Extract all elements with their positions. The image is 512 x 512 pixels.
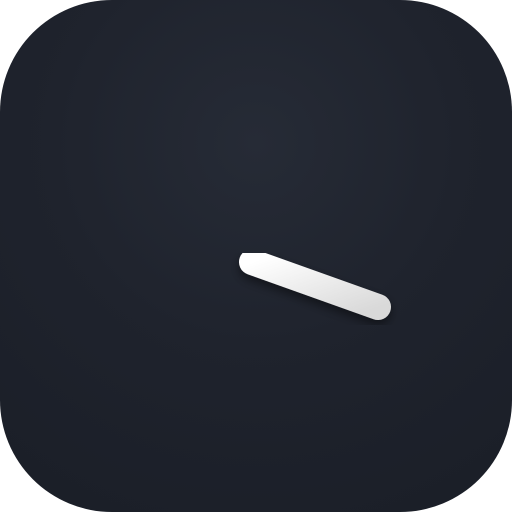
hour-hand — [239, 249, 391, 320]
clock-app-icon[interactable] — [0, 0, 512, 512]
clock-face — [239, 60, 391, 320]
